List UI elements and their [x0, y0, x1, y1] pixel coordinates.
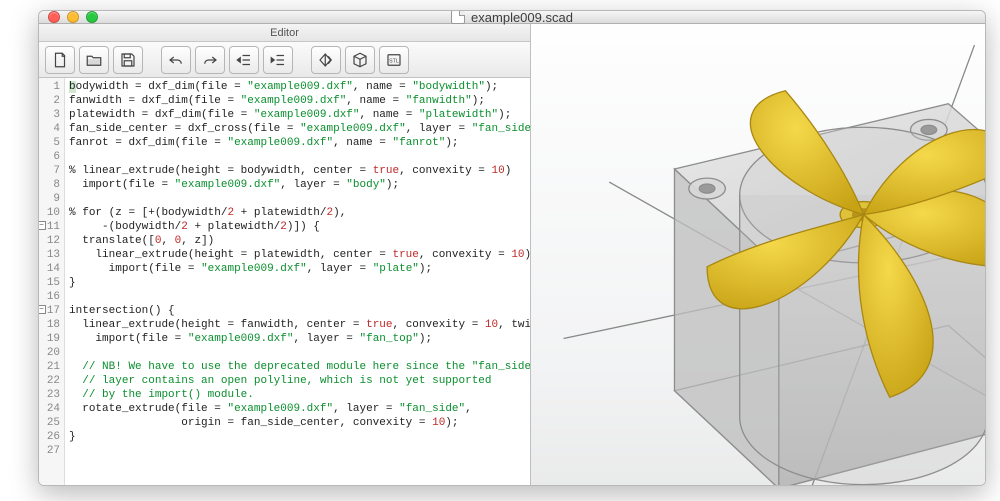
render-view[interactable]: x y z — [531, 24, 985, 486]
new-button[interactable] — [45, 46, 75, 74]
zoom-icon[interactable] — [86, 11, 98, 23]
editor-panel-title: Editor — [39, 24, 530, 42]
render-svg — [531, 24, 985, 486]
undo-button[interactable] — [161, 46, 191, 74]
svg-text:STL: STL — [389, 58, 399, 64]
line-gutter: 1234567891011−121314151617−1819202122232… — [39, 78, 65, 486]
indent-button[interactable] — [263, 46, 293, 74]
redo-button[interactable] — [195, 46, 225, 74]
editor-pane: Editor — [39, 24, 531, 486]
code-content[interactable]: bodywidth = dxf_dim(file = "example009.d… — [65, 78, 530, 486]
minimize-icon[interactable] — [67, 11, 79, 23]
editor-toolbar: STL — [39, 42, 530, 78]
unindent-button[interactable] — [229, 46, 259, 74]
titlebar: example009.scad — [39, 11, 985, 24]
open-button[interactable] — [79, 46, 109, 74]
export-stl-button[interactable]: STL — [379, 46, 409, 74]
close-icon[interactable] — [48, 11, 60, 23]
window-title: example009.scad — [471, 10, 573, 25]
viewport-pane: x y z — [531, 24, 985, 486]
code-editor[interactable]: 1234567891011−121314151617−1819202122232… — [39, 78, 530, 486]
save-button[interactable] — [113, 46, 143, 74]
render-button[interactable] — [345, 46, 375, 74]
document-icon — [451, 10, 465, 24]
preview-button[interactable] — [311, 46, 341, 74]
app-window: example009.scad Editor — [38, 10, 986, 486]
